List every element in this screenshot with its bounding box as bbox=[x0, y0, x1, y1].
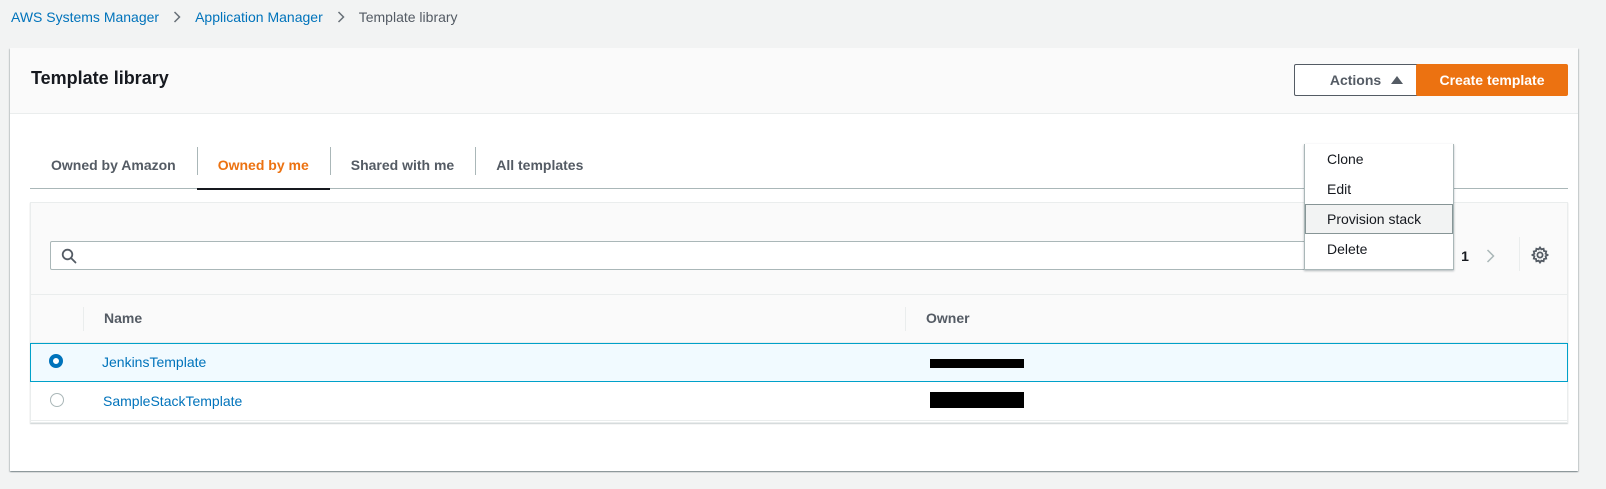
column-header-name[interactable]: Name bbox=[104, 310, 142, 326]
template-name-link[interactable]: JenkinsTemplate bbox=[102, 354, 206, 370]
breadcrumb: AWS Systems Manager Application Manager … bbox=[11, 7, 458, 27]
row-radio-button[interactable] bbox=[49, 354, 63, 368]
row-radio-button[interactable] bbox=[50, 393, 64, 407]
search-input[interactable] bbox=[83, 243, 1406, 268]
column-header-owner[interactable]: Owner bbox=[926, 310, 970, 326]
tab-owned-by-amazon[interactable]: Owned by Amazon bbox=[30, 142, 197, 188]
tab-shared-with-me[interactable]: Shared with me bbox=[329, 142, 475, 188]
menu-item-edit[interactable]: Edit bbox=[1305, 174, 1453, 204]
breadcrumb-link-systems-manager[interactable]: AWS Systems Manager bbox=[11, 9, 159, 25]
template-name-link[interactable]: SampleStackTemplate bbox=[103, 393, 242, 409]
column-divider[interactable] bbox=[905, 307, 906, 331]
tab-all-templates[interactable]: All templates bbox=[475, 142, 604, 188]
menu-item-delete[interactable]: Delete bbox=[1305, 234, 1453, 264]
tab-owned-by-me[interactable]: Owned by me bbox=[196, 142, 330, 190]
search-icon bbox=[61, 248, 77, 263]
actions-menu: Clone Edit Provision stack Delete bbox=[1304, 144, 1454, 270]
menu-item-clone[interactable]: Clone bbox=[1305, 144, 1453, 174]
owner-redacted bbox=[930, 392, 1024, 408]
search-field[interactable] bbox=[50, 241, 1407, 270]
actions-button-label: Actions bbox=[1329, 72, 1382, 88]
column-divider bbox=[83, 307, 84, 331]
chevron-right-icon bbox=[323, 11, 359, 23]
menu-item-provision-stack[interactable]: Provision stack bbox=[1305, 204, 1453, 234]
template-library-container: Template library Actions Create template… bbox=[10, 48, 1578, 471]
table-header-row: Name Owner bbox=[31, 295, 1567, 343]
chevron-right-icon bbox=[159, 11, 195, 23]
create-template-button[interactable]: Create template bbox=[1416, 64, 1568, 96]
table-row[interactable]: SampleStackTemplate bbox=[31, 382, 1567, 421]
chevron-right-icon[interactable] bbox=[1476, 242, 1504, 270]
table-row[interactable]: JenkinsTemplate bbox=[30, 343, 1568, 382]
gear-icon[interactable] bbox=[1525, 241, 1555, 269]
triangle-up-icon bbox=[1391, 76, 1404, 84]
container-header: Template library Actions Create template bbox=[10, 48, 1578, 114]
breadcrumb-current: Template library bbox=[358, 9, 458, 25]
page-number[interactable]: 1 bbox=[1454, 248, 1476, 264]
page-title: Template library bbox=[31, 68, 169, 88]
toolbar-divider bbox=[1519, 237, 1520, 271]
breadcrumb-link-application-manager[interactable]: Application Manager bbox=[195, 9, 323, 25]
owner-redacted bbox=[930, 359, 1024, 368]
